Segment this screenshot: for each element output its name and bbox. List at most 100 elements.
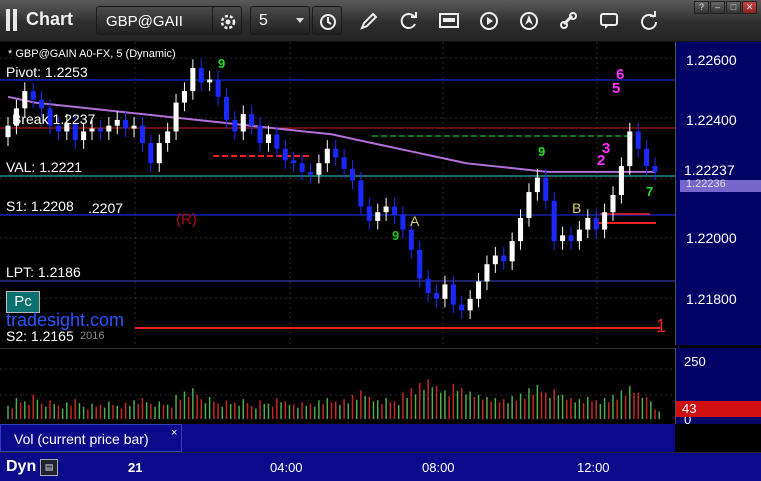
volume-axis[interactable]: 250 0 43 [675, 348, 761, 427]
candle [467, 298, 473, 311]
candle [257, 125, 263, 143]
candle [400, 215, 406, 230]
count-marker: 7 [646, 184, 654, 199]
candle [39, 99, 45, 109]
price-axis[interactable]: 1.22600 1.22400 1.22000 1.21800 1.22237 … [675, 42, 761, 345]
current-price-sub-label: 1.22236 [686, 178, 726, 190]
chevron-down-icon [296, 18, 304, 23]
minimize-button[interactable]: – [710, 1, 725, 14]
candle [627, 131, 633, 167]
candle [534, 177, 540, 193]
time-axis[interactable]: Dyn ▤ 21 04:00 08:00 12:00 [0, 452, 761, 481]
pencil-icon[interactable] [358, 10, 380, 32]
app-logo-icon [6, 9, 20, 31]
candle [501, 255, 507, 262]
candle [207, 79, 213, 83]
candle [341, 157, 347, 169]
candle [223, 96, 229, 120]
y-tick: 1.21800 [686, 291, 737, 307]
candle [165, 131, 171, 143]
candle [366, 206, 372, 221]
candle [576, 229, 582, 242]
candle [635, 131, 641, 149]
candle [22, 91, 28, 109]
candle [610, 194, 616, 213]
candle [518, 218, 524, 242]
app-title: Chart [26, 9, 74, 29]
candle [5, 125, 11, 138]
play-icon[interactable] [478, 10, 500, 32]
message-icon[interactable] [598, 10, 620, 32]
candle [81, 131, 87, 141]
candle [97, 128, 103, 132]
count-marker: 9 [392, 228, 400, 243]
marker-b: B [572, 200, 582, 216]
candle [173, 102, 179, 132]
candle [618, 166, 624, 195]
volume-chart[interactable] [0, 348, 675, 424]
price-chart[interactable]: * GBP@GAIN A0-FX, 5 (Dynamic) Pivot: 1.2… [0, 42, 675, 345]
help-button[interactable]: ? [694, 1, 709, 14]
candle [408, 229, 414, 250]
candle [383, 206, 389, 213]
candle [30, 91, 36, 100]
y-tick: 1.22400 [686, 112, 737, 128]
volume-current-label: 43 [682, 401, 697, 416]
s1-extra-label: .2207 [88, 200, 124, 216]
candle [291, 160, 297, 164]
dyn-settings-icon[interactable]: ▤ [40, 459, 58, 476]
volume-plot-svg [0, 368, 675, 419]
period-dropdown[interactable]: 5 [250, 6, 310, 35]
time-frame-button[interactable] [312, 6, 342, 35]
candle [450, 284, 456, 305]
candle [484, 264, 490, 282]
candle [652, 166, 658, 172]
price-plot-svg [0, 42, 675, 345]
candle [114, 119, 120, 126]
gear-icon [220, 14, 236, 30]
candle [131, 125, 137, 129]
y-tick: 1.22000 [686, 230, 737, 246]
candle [425, 278, 431, 294]
candle [265, 134, 272, 143]
candle [526, 192, 532, 219]
refresh-icon[interactable] [398, 10, 420, 32]
title-bar: Chart GBP@GAII 5 ? – □ ✕ [0, 0, 761, 42]
close-button[interactable]: ✕ [742, 1, 757, 14]
candle [602, 212, 608, 230]
compass-icon[interactable] [518, 10, 540, 32]
marker-one: 1 [656, 316, 667, 336]
symbol-value: GBP@GAII [106, 13, 183, 30]
candle [190, 67, 196, 92]
candle [316, 163, 322, 175]
period-value: 5 [259, 12, 268, 29]
candle [333, 148, 339, 158]
candle [543, 177, 549, 201]
val-label: VAL: 1.2221 [6, 159, 83, 175]
x-tick: 12:00 [577, 460, 610, 475]
legend-bar: Vol (current price bar) × [0, 424, 675, 452]
candle [324, 148, 330, 164]
refresh-circle-icon[interactable] [638, 10, 660, 32]
link-icon[interactable] [558, 10, 580, 32]
settings-button[interactable] [212, 6, 242, 35]
candle [459, 304, 465, 311]
close-icon[interactable]: × [171, 427, 177, 439]
candle [249, 114, 255, 126]
maximize-button[interactable]: □ [726, 1, 741, 14]
candle [492, 255, 498, 265]
candle [307, 171, 314, 175]
candle [89, 128, 95, 132]
get-icon[interactable] [438, 10, 460, 32]
x-tick: 21 [128, 460, 143, 475]
watermark-sub: 2016 [80, 330, 105, 342]
candle [509, 241, 515, 262]
candle [358, 180, 364, 207]
current-price-label: 1.22237 [684, 162, 735, 178]
volume-legend[interactable]: Vol (current price bar) × [0, 424, 182, 452]
volume-current-marker: 43 [676, 401, 761, 417]
candle [215, 79, 221, 97]
candle [139, 125, 145, 143]
candle [232, 119, 238, 132]
candle [123, 119, 129, 129]
